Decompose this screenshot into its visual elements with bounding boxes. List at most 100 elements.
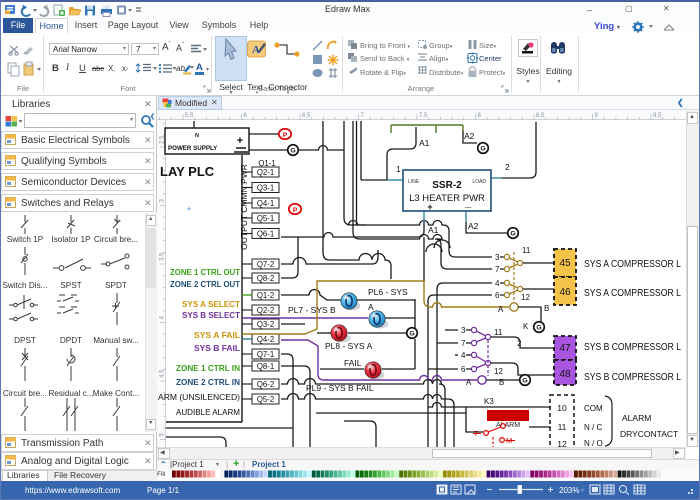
svg-text:6.5: 6.5	[302, 113, 311, 119]
svg-text:ab: ab	[176, 64, 185, 73]
svg-text:ZONE 1 CTRL IN: ZONE 1 CTRL IN	[176, 363, 240, 373]
svg-text:Q2-2: Q2-2	[257, 306, 274, 315]
svg-text:Q7-1: Q7-1	[257, 350, 274, 359]
svg-text:11: 11	[522, 246, 531, 255]
svg-text:N / C: N / C	[584, 423, 602, 432]
svg-text:SYS A COMPRESSOR L: SYS A COMPRESSOR L	[584, 287, 681, 299]
svg-text:3: 3	[495, 253, 500, 262]
svg-text:PL7 - SYS B: PL7 - SYS B	[288, 305, 336, 315]
svg-text:203%: 203%	[559, 486, 579, 495]
svg-text:SYS B COMPRESSOR L: SYS B COMPRESSOR L	[584, 341, 681, 353]
svg-text:11: 11	[494, 328, 503, 337]
svg-text:K: K	[523, 322, 529, 331]
svg-text:AUDIBLE ALARM: AUDIBLE ALARM	[176, 407, 240, 417]
svg-text:G: G	[409, 331, 414, 338]
svg-text:9.5: 9.5	[653, 113, 662, 119]
svg-text:A: A	[498, 305, 504, 314]
svg-text:DRYCONTACT: DRYCONTACT	[620, 429, 678, 439]
svg-text:11: 11	[558, 422, 567, 432]
svg-text:12: 12	[557, 439, 567, 447]
svg-text:4: 4	[495, 279, 500, 288]
svg-text:A1: A1	[419, 138, 430, 148]
svg-text:7.5: 7.5	[419, 113, 428, 119]
svg-text:G: G	[510, 231, 515, 238]
svg-text:12: 12	[494, 367, 503, 376]
svg-text:LAY PLC: LAY PLC	[160, 164, 215, 179]
svg-text:LINE: LINE	[408, 179, 420, 185]
svg-text:Q7-2: Q7-2	[257, 260, 274, 269]
svg-text:OUTPUT CMMN PWR: OUTPUT CMMN PWR	[239, 164, 249, 250]
svg-text:+: +	[427, 202, 432, 212]
svg-text:PL6 - SYS: PL6 - SYS	[368, 287, 408, 297]
svg-text:A: A	[368, 302, 374, 312]
svg-text:10: 10	[557, 403, 567, 413]
svg-text:G: G	[522, 378, 527, 385]
svg-text:B: B	[499, 378, 504, 387]
svg-text:Q6-1: Q6-1	[257, 230, 274, 239]
svg-text:2: 2	[517, 339, 522, 348]
svg-text:ALARM: ALARM	[622, 413, 651, 423]
svg-text:+: +	[237, 135, 243, 147]
svg-text:A: A	[466, 378, 472, 387]
svg-text:G: G	[536, 325, 541, 332]
svg-text:SYS B COMPRESSOR L: SYS B COMPRESSOR L	[584, 371, 681, 383]
svg-text:SSR-2: SSR-2	[432, 180, 462, 191]
svg-text:LOAD: LOAD	[472, 179, 486, 185]
svg-text:Q3-1: Q3-1	[257, 184, 274, 193]
svg-text:Q8-1: Q8-1	[257, 362, 274, 371]
svg-text:9: 9	[595, 113, 599, 119]
svg-text:Q6-2: Q6-2	[257, 380, 274, 389]
svg-text:47: 47	[559, 343, 571, 354]
svg-text:Q8-2: Q8-2	[257, 274, 274, 283]
svg-text:7: 7	[361, 113, 365, 119]
svg-text:N: N	[195, 133, 199, 139]
svg-text:7: 7	[461, 339, 466, 348]
svg-text:1: 1	[396, 164, 401, 174]
svg-text:PL8 - SYS A: PL8 - SYS A	[325, 341, 373, 351]
svg-text:5.5: 5.5	[185, 113, 194, 119]
svg-text:4: 4	[461, 351, 466, 360]
svg-text:Q5-2: Q5-2	[257, 395, 274, 404]
svg-text:ZONE 2 CTRL OUT: ZONE 2 CTRL OUT	[170, 279, 241, 289]
svg-text:K3: K3	[484, 397, 494, 406]
svg-text:8.5: 8.5	[536, 113, 545, 119]
svg-text:6: 6	[244, 113, 248, 119]
svg-text:P: P	[283, 132, 288, 139]
svg-text:FAIL: FAIL	[344, 358, 362, 368]
svg-text:ZONE 2 CTRL IN: ZONE 2 CTRL IN	[176, 377, 240, 387]
svg-text:SYS B FAIL: SYS B FAIL	[194, 343, 240, 353]
svg-text:SYS A FAIL: SYS A FAIL	[194, 330, 240, 340]
svg-text:Q5-1: Q5-1	[257, 214, 274, 223]
svg-text:SYS A SELECT: SYS A SELECT	[182, 299, 241, 309]
svg-text:48: 48	[559, 369, 571, 380]
svg-text:G: G	[290, 148, 295, 155]
svg-text:SYS A COMPRESSOR L: SYS A COMPRESSOR L	[584, 258, 681, 270]
svg-text:B: B	[544, 304, 549, 313]
svg-text:POWER SUPPLY: POWER SUPPLY	[168, 145, 218, 152]
svg-text:Q4-2: Q4-2	[257, 335, 274, 344]
svg-text:SYS B SELECT: SYS B SELECT	[182, 310, 241, 320]
svg-text:A2: A2	[468, 221, 479, 231]
svg-text:45: 45	[559, 258, 571, 269]
svg-text:ZONE 1 CTRL OUT: ZONE 1 CTRL OUT	[170, 267, 241, 277]
svg-text:7: 7	[495, 265, 500, 274]
svg-text:A2: A2	[464, 131, 475, 141]
svg-text:ARM (UNSILENCED): ARM (UNSILENCED)	[158, 392, 240, 402]
svg-text:+: +	[186, 204, 191, 214]
svg-text:P: P	[293, 207, 298, 214]
svg-text:N / O: N / O	[584, 439, 603, 447]
svg-text:3: 3	[461, 326, 466, 335]
svg-text:PL9 - SYS B FAIL: PL9 - SYS B FAIL	[306, 383, 374, 393]
svg-text:2: 2	[505, 162, 510, 172]
svg-text:—: —	[465, 204, 472, 211]
svg-text:˅: ˅	[581, 488, 584, 494]
svg-text:L3 HEATER PWR: L3 HEATER PWR	[409, 193, 485, 204]
svg-text:Q1-2: Q1-2	[257, 291, 274, 300]
svg-text:46: 46	[559, 287, 571, 298]
svg-text:12: 12	[521, 293, 530, 302]
svg-text:Q4-1: Q4-1	[257, 199, 274, 208]
svg-text:A1: A1	[428, 225, 439, 235]
svg-text:8: 8	[478, 113, 482, 119]
svg-text:G: G	[480, 146, 485, 153]
svg-text:Q3-2: Q3-2	[257, 320, 274, 329]
